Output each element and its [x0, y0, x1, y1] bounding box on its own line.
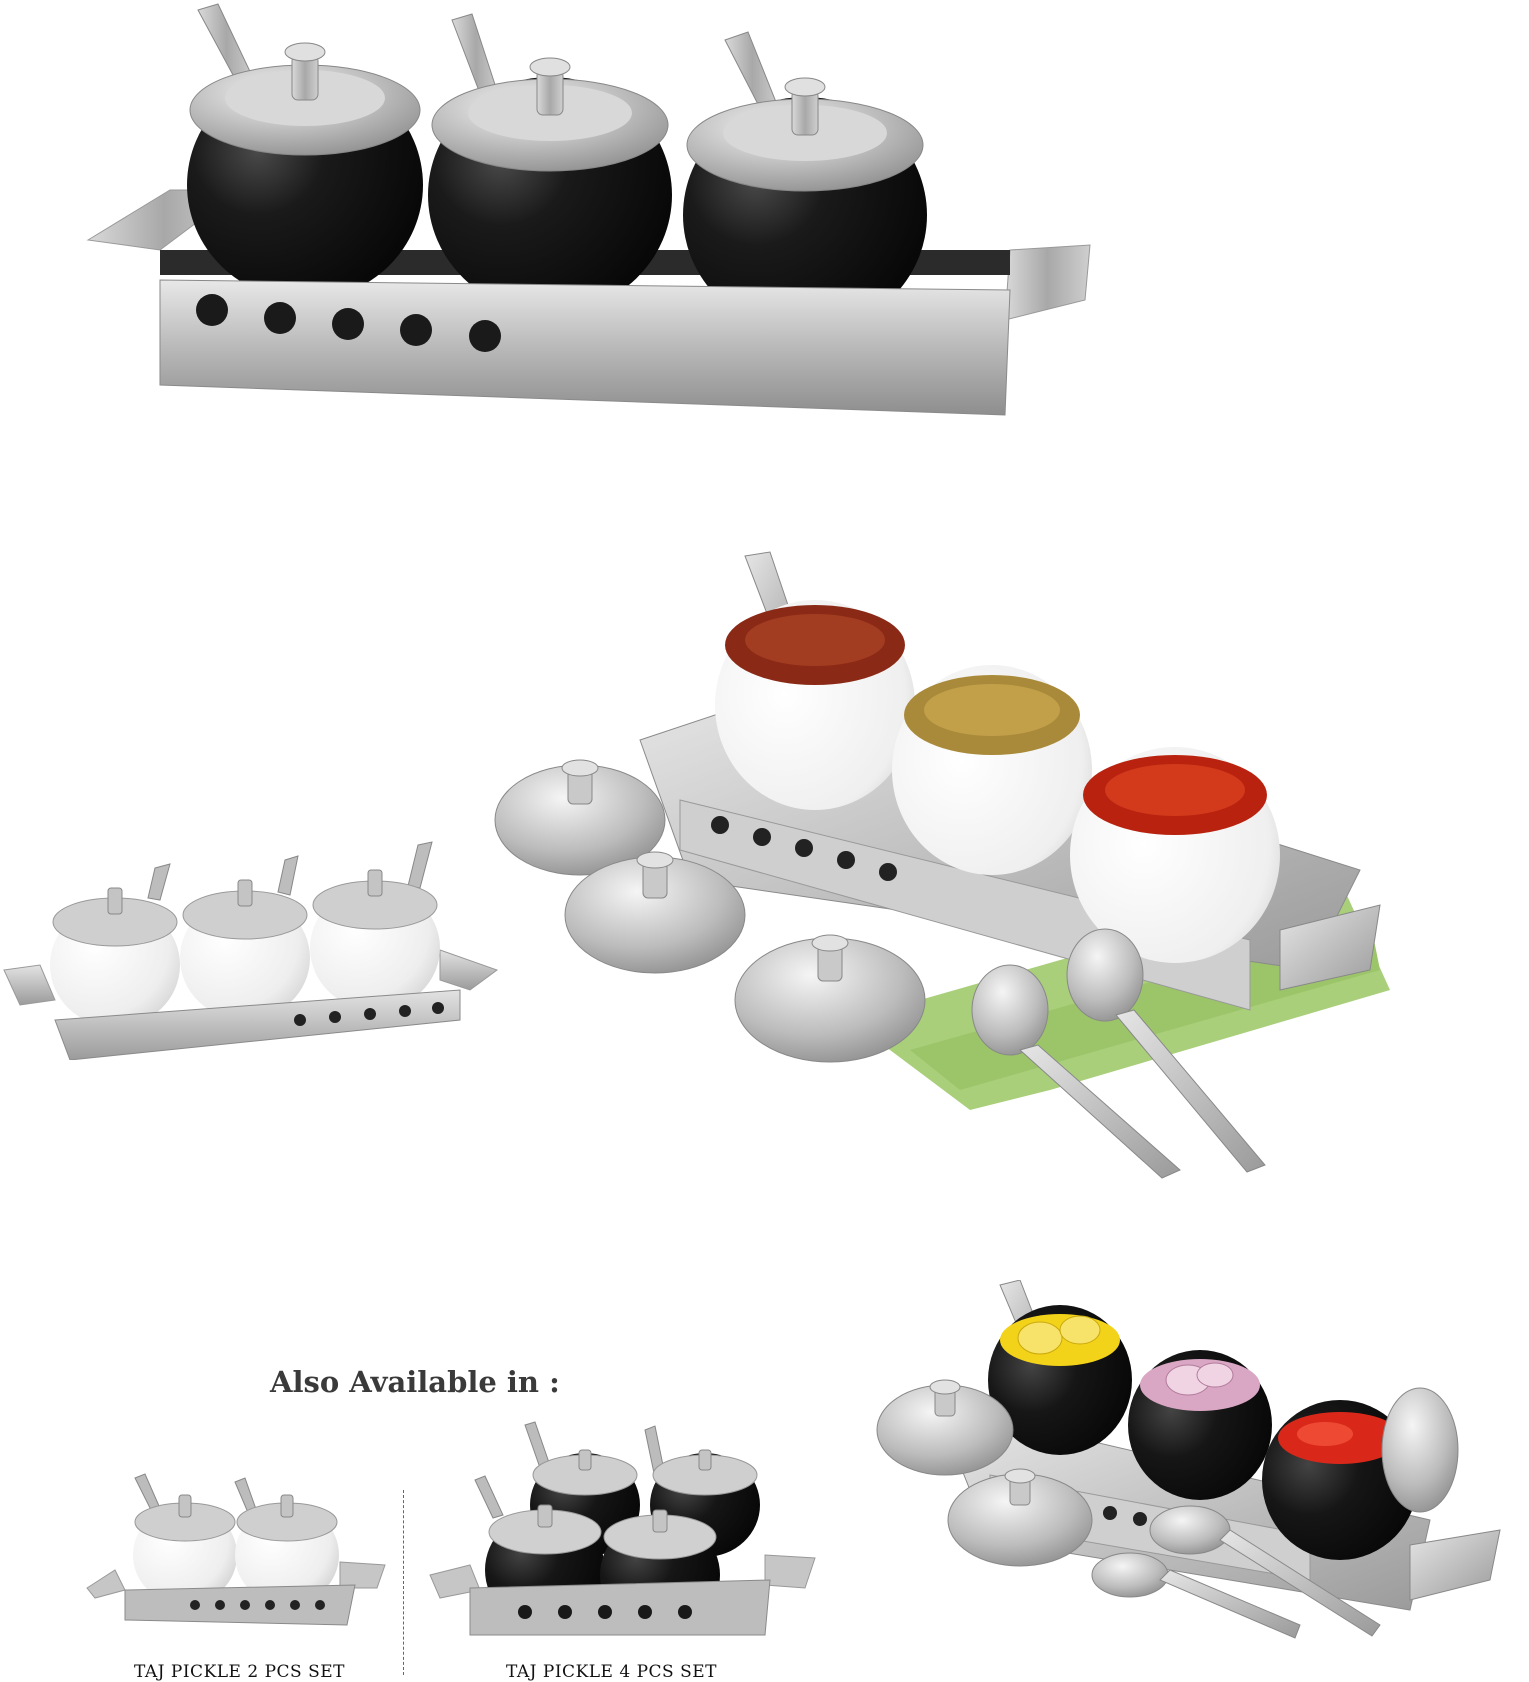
variant-divider — [403, 1490, 404, 1675]
four-piece-set-caption: TAJ PICKLE 4 PCS SET — [506, 1662, 717, 1682]
white-jar-set-photo — [0, 840, 500, 1060]
two-piece-set-photo — [85, 1470, 390, 1630]
black-jar-set-photo — [80, 0, 1120, 430]
also-available-heading: Also Available in : — [270, 1365, 560, 1399]
pickle-serving-photo — [490, 550, 1410, 1190]
four-piece-set-photo — [425, 1420, 820, 1640]
two-piece-set-caption: TAJ PICKLE 2 PCS SET — [134, 1662, 345, 1682]
black-jar-serving-photo — [870, 1280, 1510, 1680]
